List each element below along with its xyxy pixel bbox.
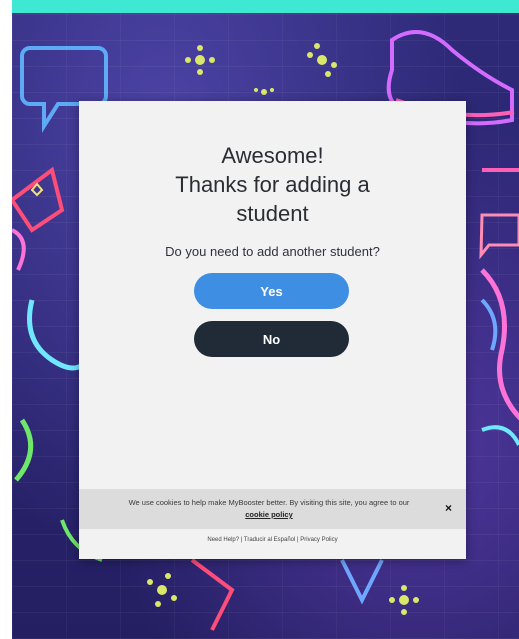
title-line-2: Thanks for adding a <box>175 172 370 197</box>
title-line-1: Awesome! <box>221 143 324 168</box>
sparkle-icon <box>254 88 274 95</box>
speech-bubble-icon <box>479 213 519 260</box>
yes-button[interactable]: Yes <box>194 273 349 309</box>
cookie-banner: We use cookies to help make MyBooster be… <box>79 489 466 529</box>
sparkle-icon <box>147 573 177 607</box>
sparkle-icon <box>389 585 419 615</box>
yes-button-label: Yes <box>260 283 283 299</box>
star-icon <box>12 166 65 233</box>
modal-question: Do you need to add another student? <box>165 244 380 259</box>
sparkle-icon <box>185 45 215 75</box>
cookie-text-block: We use cookies to help make MyBooster be… <box>109 497 429 521</box>
sparkle-icon <box>307 43 337 77</box>
modal-title: Awesome! Thanks for adding a student <box>99 141 446 228</box>
footer-links: Need Help? | Traducir al Español | Priva… <box>79 537 466 543</box>
translate-spanish-link[interactable]: Traducir al Español <box>244 537 295 543</box>
confirmation-modal: Awesome! Thanks for adding a student Do … <box>79 101 466 559</box>
close-icon[interactable]: × <box>445 501 452 515</box>
no-button[interactable]: No <box>194 321 349 357</box>
cookie-message: We use cookies to help make MyBooster be… <box>128 498 410 507</box>
cookie-policy-link[interactable]: cookie policy <box>245 510 293 519</box>
title-line-3: student <box>236 201 309 226</box>
need-help-link[interactable]: Need Help? <box>207 537 239 543</box>
privacy-policy-link[interactable]: Privacy Policy <box>300 537 337 543</box>
no-button-label: No <box>262 331 281 347</box>
